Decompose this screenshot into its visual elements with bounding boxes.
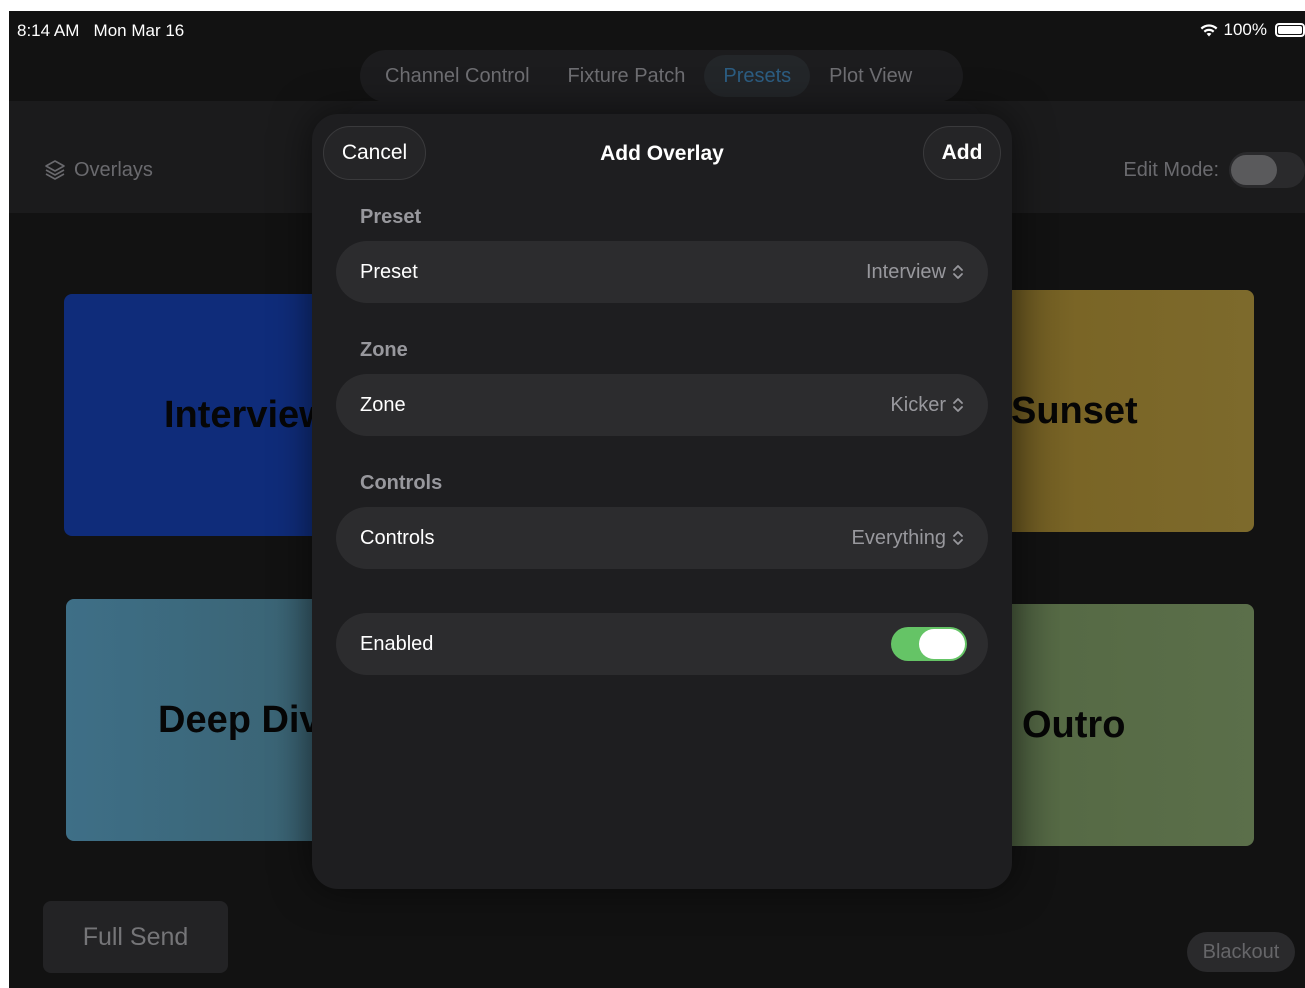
chevron-up-down-icon bbox=[953, 531, 963, 545]
edit-mode-label: Edit Mode: bbox=[1123, 158, 1219, 181]
tab-presets[interactable]: Presets bbox=[704, 55, 811, 97]
preset-picker-value[interactable]: Interview bbox=[866, 261, 964, 284]
tab-plot-view[interactable]: Plot View bbox=[810, 55, 931, 97]
edit-mode-toggle[interactable] bbox=[1229, 152, 1305, 188]
battery-icon bbox=[1275, 23, 1305, 37]
controls-value-text: Everything bbox=[851, 526, 947, 549]
section-header-controls: Controls bbox=[360, 472, 443, 494]
enabled-toggle[interactable] bbox=[891, 627, 967, 661]
chevron-up-down-icon bbox=[953, 398, 963, 412]
zone-row-label: Zone bbox=[360, 393, 406, 416]
section-header-zone: Zone bbox=[360, 339, 408, 361]
status-time: 8:14 AM Mon Mar 16 bbox=[17, 21, 185, 40]
preset-picker-row[interactable]: Preset Interview bbox=[336, 241, 988, 303]
sheet-title: Add Overlay bbox=[600, 142, 724, 165]
add-button[interactable]: Add bbox=[923, 126, 1001, 180]
enabled-label: Enabled bbox=[360, 632, 434, 655]
blackout-button[interactable]: Blackout bbox=[1187, 932, 1295, 972]
tab-fixture-patch[interactable]: Fixture Patch bbox=[549, 55, 705, 97]
edit-mode: Edit Mode: bbox=[1123, 152, 1305, 188]
section-header-preset: Preset bbox=[360, 206, 422, 228]
full-send-button[interactable]: Full Send bbox=[43, 901, 228, 973]
overlays-label: Overlays bbox=[74, 158, 153, 181]
wifi-icon bbox=[1200, 24, 1217, 37]
enabled-row: Enabled bbox=[336, 613, 988, 675]
chevron-up-down-icon bbox=[953, 265, 963, 279]
zone-value-text: Kicker bbox=[890, 393, 946, 416]
controls-picker-value[interactable]: Everything bbox=[852, 527, 965, 550]
battery-percent: 100% bbox=[1223, 20, 1267, 39]
zone-picker-value[interactable]: Kicker bbox=[890, 394, 964, 417]
preset-row-label: Preset bbox=[360, 260, 418, 283]
preset-value-text: Interview bbox=[865, 260, 946, 283]
layers-icon bbox=[45, 160, 65, 180]
controls-row-label: Controls bbox=[360, 526, 435, 549]
app-screen: 8:14 AM Mon Mar 16 100% Overlays Edit Mo… bbox=[9, 11, 1305, 988]
tab-bar: Channel Control Fixture Patch Presets Pl… bbox=[360, 50, 963, 102]
tab-channel-control[interactable]: Channel Control bbox=[366, 55, 549, 97]
status-bar: 8:14 AM Mon Mar 16 100% bbox=[9, 11, 1305, 49]
add-overlay-sheet: Cancel Add Overlay Add Preset Preset Int… bbox=[312, 114, 1012, 889]
controls-picker-row[interactable]: Controls Everything bbox=[336, 507, 988, 569]
status-indicators: 100% bbox=[1199, 20, 1305, 40]
zone-picker-row[interactable]: Zone Kicker bbox=[336, 374, 988, 436]
overlays-button[interactable]: Overlays bbox=[43, 158, 153, 182]
